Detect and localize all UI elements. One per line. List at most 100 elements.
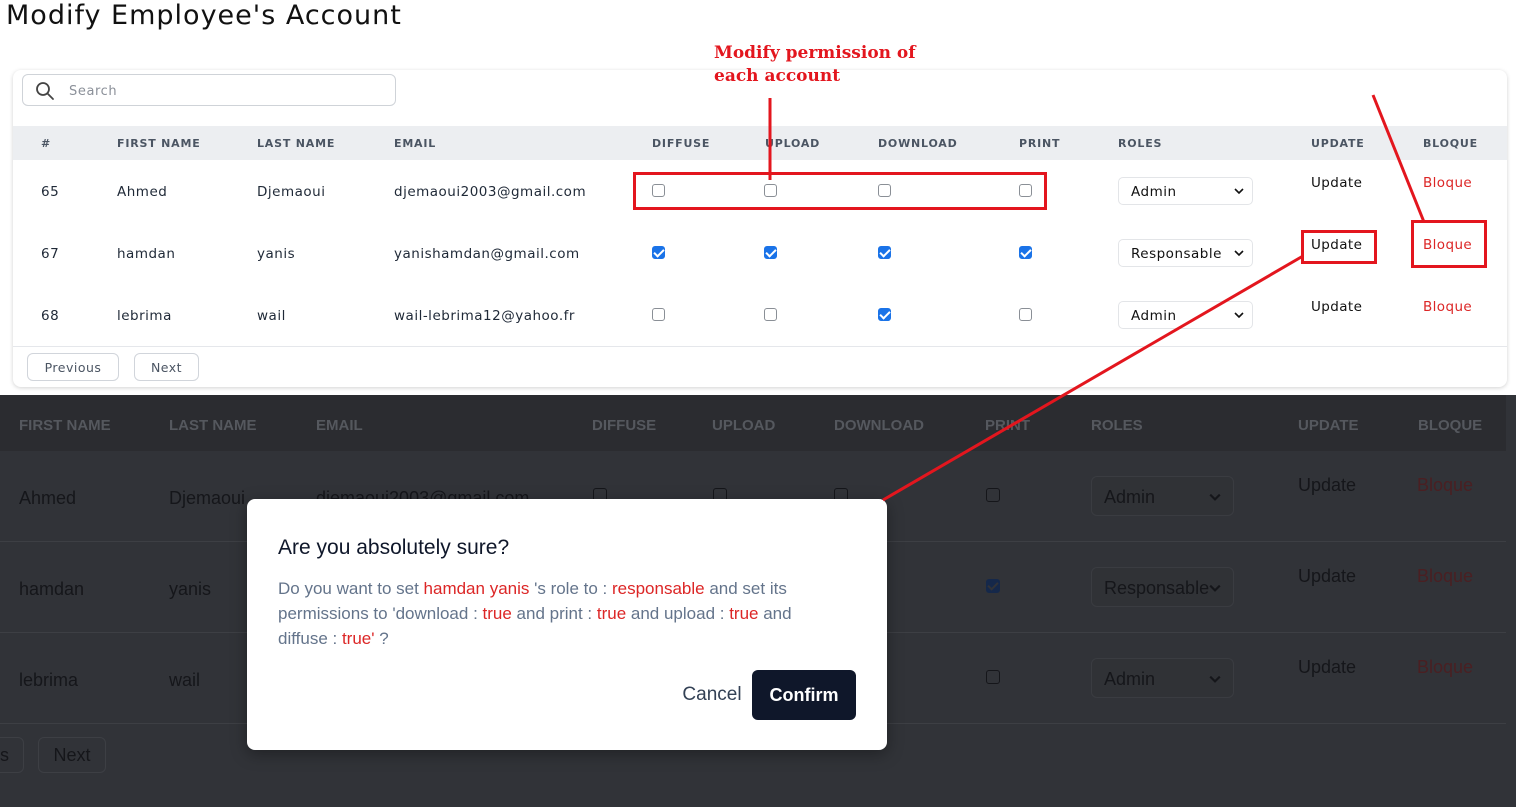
cell-first-name: hamdan bbox=[117, 246, 176, 262]
dark-print-checkbox bbox=[986, 488, 1000, 502]
upload-checkbox[interactable] bbox=[764, 308, 777, 321]
update-link[interactable]: Update bbox=[1311, 299, 1362, 315]
dark-update-link: Update bbox=[1298, 475, 1357, 495]
col-header-upload: UPLOAD bbox=[765, 137, 821, 150]
diffuse-checkbox[interactable] bbox=[652, 308, 665, 321]
search-box[interactable] bbox=[22, 74, 396, 106]
print-checkbox[interactable] bbox=[1019, 308, 1032, 321]
dialog-text: 's role to : bbox=[529, 579, 612, 598]
table-row: 67 hamdan yanis yanishamdan@gmail.com Re… bbox=[13, 222, 1507, 284]
download-checkbox[interactable] bbox=[878, 246, 891, 259]
dark-bloque-link: Bloque bbox=[1417, 657, 1474, 677]
confirm-dialog: Are you absolutely sure? Do you want to … bbox=[247, 499, 887, 750]
search-icon bbox=[36, 82, 54, 100]
cell-email: wail-lebrima12@yahoo.fr bbox=[394, 308, 575, 324]
cell-id: 65 bbox=[41, 184, 60, 200]
col-header-last-name: LAST NAME bbox=[257, 137, 336, 150]
dark-col-email: EMAIL bbox=[316, 417, 363, 434]
dark-col-update: UPDATE bbox=[1298, 417, 1359, 434]
bloque-link[interactable]: Bloque bbox=[1423, 175, 1472, 191]
update-highlight-box bbox=[1301, 230, 1377, 264]
dark-print-checkbox bbox=[986, 579, 1000, 593]
search-input[interactable] bbox=[69, 81, 369, 101]
chevron-down-icon bbox=[1234, 188, 1244, 195]
dark-previous-button: s bbox=[0, 737, 24, 773]
dark-bloque-link: Bloque bbox=[1417, 566, 1474, 586]
dialog-text: Do you want to set bbox=[278, 579, 424, 598]
annotation-line-1: Modify permission of bbox=[714, 43, 916, 63]
col-header-diffuse: DIFFUSE bbox=[652, 137, 711, 150]
role-select[interactable]: Responsable bbox=[1118, 239, 1253, 267]
cell-email: yanishamdan@gmail.com bbox=[394, 246, 580, 262]
chevron-down-icon bbox=[1209, 675, 1221, 683]
dialog-print-value: true bbox=[596, 604, 627, 623]
cell-email: djemaoui2003@gmail.com bbox=[394, 184, 587, 200]
role-select-value: Admin bbox=[1131, 308, 1177, 324]
diffuse-checkbox[interactable] bbox=[652, 246, 665, 259]
download-checkbox[interactable] bbox=[878, 308, 891, 321]
col-header-roles: ROLES bbox=[1118, 137, 1163, 150]
dark-role-value: Admin bbox=[1104, 669, 1156, 689]
dialog-text: ? bbox=[374, 629, 389, 648]
dark-col-last-name: LAST NAME bbox=[169, 417, 257, 434]
col-header-first-name: FIRST NAME bbox=[117, 137, 201, 150]
dialog-download-value: true bbox=[482, 604, 512, 623]
col-header-update: UPDATE bbox=[1311, 137, 1365, 150]
cell-last-name: wail bbox=[257, 308, 286, 324]
dark-cell-last-name: wail bbox=[169, 670, 201, 690]
dialog-employee-name: hamdan yanis bbox=[423, 579, 530, 598]
role-select-value: Responsable bbox=[1131, 246, 1222, 262]
dark-cell-first-name: Ahmed bbox=[19, 488, 77, 508]
dark-col-first-name: FIRST NAME bbox=[19, 417, 111, 434]
table-header: # FIRST NAME LAST NAME EMAIL DIFFUSE UPL… bbox=[13, 126, 1507, 160]
confirm-button[interactable]: Confirm bbox=[752, 670, 856, 720]
update-link[interactable]: Update bbox=[1311, 175, 1362, 191]
dark-role-value: Admin bbox=[1104, 487, 1156, 507]
dark-print-checkbox bbox=[986, 670, 1000, 684]
dialog-text: and upload : bbox=[626, 604, 730, 623]
col-header-number: # bbox=[41, 137, 52, 150]
annotation-text: Modify permission of each account bbox=[714, 42, 954, 88]
cell-id: 68 bbox=[41, 308, 60, 324]
previous-button[interactable]: Previous bbox=[27, 353, 119, 381]
dialog-upload-value: true bbox=[729, 604, 759, 623]
dark-col-bloque: BLOQUE bbox=[1418, 417, 1483, 434]
role-select[interactable]: Admin bbox=[1118, 177, 1253, 205]
dark-col-print: PRINT bbox=[985, 417, 1030, 434]
role-select[interactable]: Admin bbox=[1118, 301, 1253, 329]
dark-role-select: Admin bbox=[1091, 658, 1234, 698]
employee-table-card: # FIRST NAME LAST NAME EMAIL DIFFUSE UPL… bbox=[13, 70, 1507, 387]
dark-update-link: Update bbox=[1298, 566, 1357, 586]
dark-col-upload: UPLOAD bbox=[712, 417, 776, 434]
dark-cell-first-name: hamdan bbox=[19, 579, 85, 599]
next-button[interactable]: Next bbox=[134, 353, 199, 381]
cell-first-name: Ahmed bbox=[117, 184, 168, 200]
cell-first-name: lebrima bbox=[117, 308, 172, 324]
dark-col-download: DOWNLOAD bbox=[834, 417, 924, 434]
col-header-email: EMAIL bbox=[394, 137, 437, 150]
role-select-value: Admin bbox=[1131, 184, 1177, 200]
dark-table-header: FIRST NAME LAST NAME EMAIL DIFFUSE UPLOA… bbox=[0, 395, 1506, 451]
col-header-print: PRINT bbox=[1019, 137, 1061, 150]
chevron-down-icon bbox=[1209, 584, 1221, 592]
dark-col-diffuse: DIFFUSE bbox=[592, 417, 657, 434]
dark-cell-last-name: Djemaoui bbox=[169, 488, 246, 508]
screen: Modify Employee's Account # FIRST NAME L… bbox=[0, 0, 1516, 807]
dark-role-select: Responsable bbox=[1091, 567, 1234, 607]
upload-checkbox[interactable] bbox=[764, 246, 777, 259]
dark-role-select: Admin bbox=[1091, 476, 1234, 516]
cancel-button[interactable]: Cancel bbox=[672, 670, 752, 720]
table-footer-divider bbox=[13, 346, 1507, 347]
dark-next-button: Next bbox=[38, 737, 106, 773]
dialog-description: Do you want to set hamdan yanis 's role … bbox=[278, 576, 838, 651]
chevron-down-icon bbox=[1209, 493, 1221, 501]
dark-col-roles: ROLES bbox=[1091, 417, 1143, 434]
dark-update-link: Update bbox=[1298, 657, 1357, 677]
page-title: Modify Employee's Account bbox=[6, 0, 402, 31]
cell-last-name: yanis bbox=[257, 246, 296, 262]
print-checkbox[interactable] bbox=[1019, 246, 1032, 259]
bloque-link[interactable]: Bloque bbox=[1423, 299, 1472, 315]
annotation-line-2: each account bbox=[714, 66, 841, 86]
dialog-role-value: responsable bbox=[611, 579, 705, 598]
cell-last-name: Djemaoui bbox=[257, 184, 326, 200]
